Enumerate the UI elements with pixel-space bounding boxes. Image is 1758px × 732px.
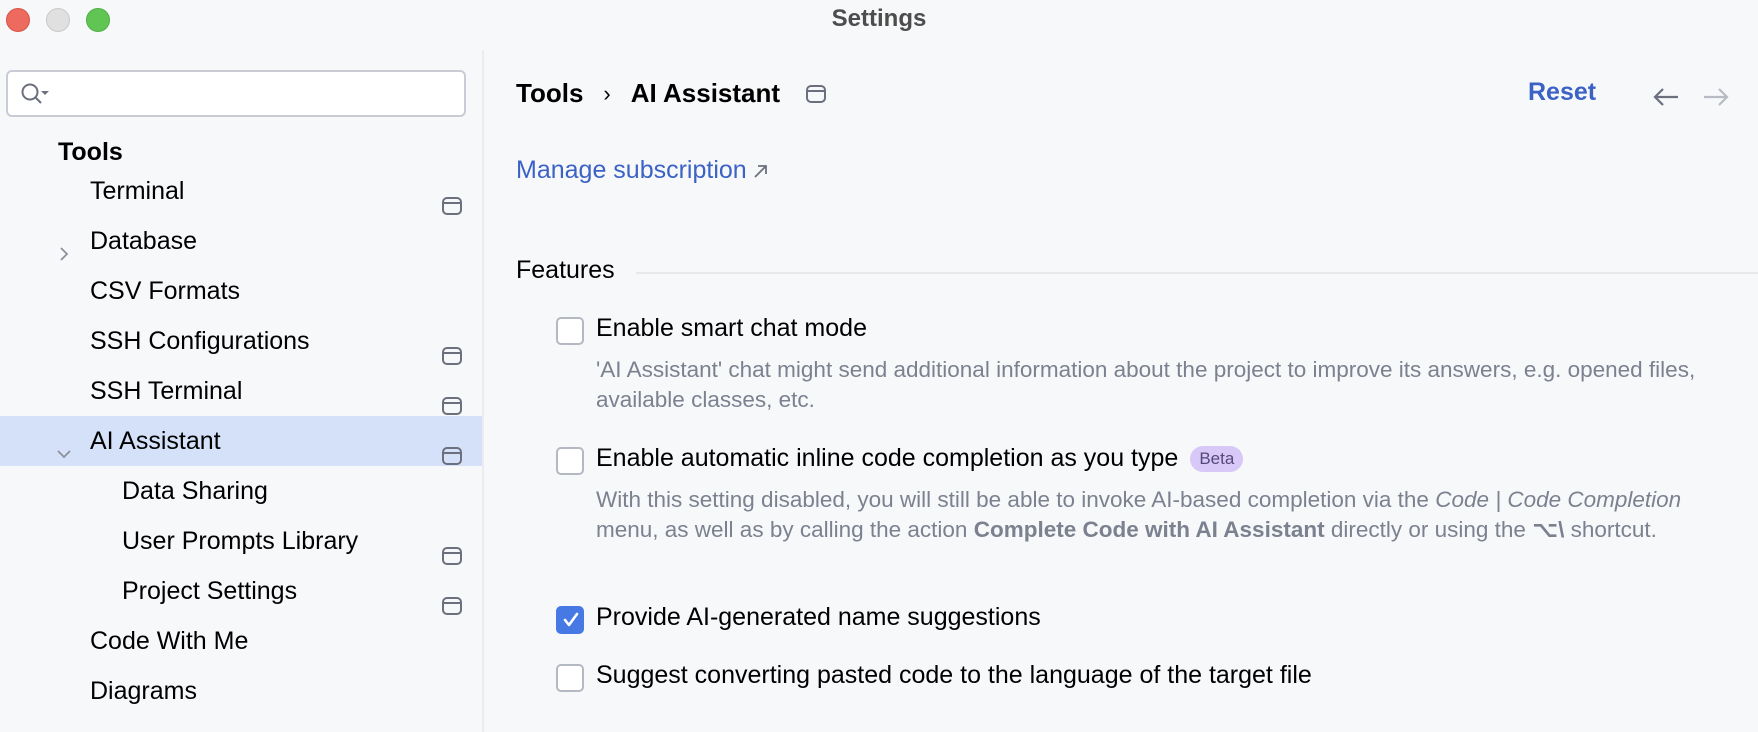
chevron-right-icon[interactable] (54, 231, 74, 261)
tree-section-tools[interactable]: Tools (58, 138, 123, 167)
breadcrumb-item-ai-assistant: AI Assistant (630, 78, 781, 108)
sidebar-item-data-sharing[interactable]: Data Sharing (0, 466, 482, 516)
desc-text: directly or using the (1324, 517, 1533, 542)
sidebar-item-label[interactable]: Data Sharing (122, 466, 268, 516)
window-title: Settings (831, 5, 927, 32)
option-label-text[interactable]: Enable smart chat mode (596, 314, 867, 343)
breadcrumb-item-tools[interactable]: Tools (516, 78, 583, 109)
project-level-icon (442, 582, 462, 615)
option-label[interactable]: Suggest converting pasted code to the la… (596, 661, 1312, 690)
sidebar-item-diagrams[interactable]: Diagrams (0, 666, 482, 716)
project-level-icon (806, 84, 827, 103)
breadcrumb-separator: › (603, 80, 611, 106)
sidebar-item-ssh-configurations[interactable]: SSH Configurations (0, 316, 482, 366)
sidebar-item-project-settings[interactable]: Project Settings (0, 566, 482, 616)
title-bar: Settings (0, 0, 1758, 40)
convert-pasted-code-checkbox[interactable] (556, 664, 584, 692)
manage-subscription-link[interactable]: Manage subscription (516, 156, 769, 185)
manage-subscription-label[interactable]: Manage subscription (516, 156, 747, 185)
features-group-title: Features (516, 256, 615, 284)
sidebar-item-ssh-terminal[interactable]: SSH Terminal (0, 366, 482, 416)
project-level-icon (442, 182, 462, 215)
action-name: Complete Code with AI Assistant (973, 517, 1325, 542)
sidebar-item-terminal[interactable]: Terminal (0, 166, 482, 216)
smart-chat-mode-checkbox[interactable] (556, 317, 584, 345)
project-level-icon (442, 532, 462, 565)
desc-text: shortcut. (1564, 517, 1657, 542)
option-label[interactable]: Provide AI-generated name suggestions (596, 603, 1041, 632)
reset-button[interactable]: Reset (1528, 78, 1596, 107)
option-label[interactable]: Enable automatic inline code completion … (596, 444, 1244, 473)
desc-text: With this setting disabled, you will sti… (596, 487, 1436, 512)
chevron-down-icon[interactable] (54, 431, 74, 459)
inline-completion-checkbox[interactable] (556, 447, 584, 475)
arrow-left-icon[interactable] (1652, 86, 1680, 108)
sidebar-item-code-with-me[interactable]: Code With Me (0, 616, 482, 666)
beta-badge: Beta (1190, 445, 1244, 472)
option-description: With this setting disabled, you will sti… (596, 485, 1716, 545)
settings-content: Tools › AI Assistant Reset Manage subscr… (484, 40, 1758, 732)
sidebar-item-label[interactable]: Project Settings (122, 566, 297, 616)
sidebar-item-csv-formats[interactable]: CSV Formats (0, 266, 482, 316)
sidebar-item-label[interactable]: User Prompts Library (122, 516, 358, 566)
features-separator (636, 272, 1758, 274)
sidebar-item-ai-assistant[interactable]: AI Assistant (0, 416, 482, 466)
settings-search-input[interactable] (6, 70, 466, 117)
sidebar-item-user-prompts-library[interactable]: User Prompts Library (0, 516, 482, 566)
option-description: 'AI Assistant' chat might send additiona… (596, 357, 1696, 412)
option-label-text[interactable]: Suggest converting pasted code to the la… (596, 661, 1312, 690)
arrow-right-icon[interactable] (1702, 86, 1730, 108)
sidebar-item-label[interactable]: CSV Formats (90, 266, 240, 316)
sidebar-item-database[interactable]: Database (0, 216, 482, 266)
search-icon[interactable] (20, 82, 54, 106)
menu-path: Code | Code Completion (1435, 487, 1682, 512)
project-level-icon (442, 432, 462, 465)
sidebar-item-label[interactable]: SSH Configurations (90, 316, 310, 366)
sidebar-item-label[interactable]: SSH Terminal (90, 366, 242, 416)
sidebar-item-label[interactable]: Diagrams (90, 666, 197, 716)
option-label-text[interactable]: Provide AI-generated name suggestions (596, 603, 1041, 632)
option-label-text[interactable]: Enable automatic inline code completion … (596, 444, 1178, 473)
desc-text: menu, as well as by calling the action (596, 517, 974, 542)
settings-window: Settings Tools Terminal Database CSV Forma… (0, 0, 1758, 732)
breadcrumb: Tools › AI Assistant (516, 78, 827, 109)
external-link-arrow-icon (754, 164, 767, 178)
settings-sidebar: Tools Terminal Database CSV Formats SSH Con… (0, 40, 482, 732)
shortcut-keys: ⌥\ (1532, 517, 1565, 542)
sidebar-item-label[interactable]: AI Assistant (90, 416, 221, 466)
sidebar-item-label[interactable]: Database (90, 216, 197, 266)
project-level-icon (442, 382, 462, 415)
project-level-icon (442, 332, 462, 365)
checkmark-icon (563, 612, 579, 627)
name-suggestions-checkbox[interactable] (556, 606, 584, 634)
sidebar-item-label[interactable]: Terminal (90, 166, 184, 216)
option-label[interactable]: Enable smart chat mode (596, 314, 867, 343)
sidebar-item-label[interactable]: Code With Me (90, 616, 248, 666)
